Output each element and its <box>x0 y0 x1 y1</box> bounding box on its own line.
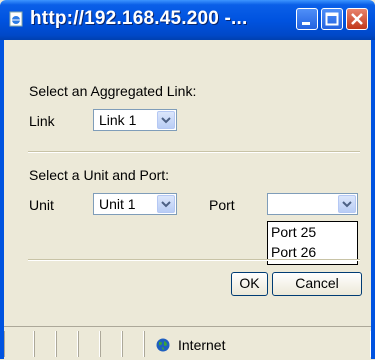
port-select[interactable] <box>267 193 358 215</box>
aggregated-link-heading: Select an Aggregated Link: <box>29 83 197 99</box>
section-divider <box>28 151 360 153</box>
globe-icon <box>156 338 170 352</box>
status-cell <box>122 331 144 357</box>
status-zone-text: Internet <box>178 337 226 353</box>
status-cell <box>4 331 34 357</box>
unit-port-heading: Select a Unit and Port: <box>29 167 170 183</box>
popup-window: http://192.168.45.200 -... Select an Agg… <box>0 0 375 360</box>
link-select-arrow[interactable] <box>157 111 175 129</box>
port-option[interactable]: Port 25 <box>271 224 316 240</box>
section-divider <box>28 259 360 261</box>
cancel-button[interactable]: Cancel <box>272 272 362 296</box>
status-cell <box>56 331 78 357</box>
minimize-button[interactable] <box>296 8 318 30</box>
unit-label: Unit <box>29 197 54 213</box>
maximize-button[interactable] <box>321 8 343 30</box>
ie-page-icon <box>9 11 23 27</box>
unit-select[interactable]: Unit 1 <box>93 193 177 215</box>
chevron-down-icon <box>342 201 352 208</box>
close-button[interactable] <box>346 8 368 30</box>
minimize-icon <box>302 22 310 25</box>
link-select-value: Link 1 <box>99 112 137 128</box>
unit-select-arrow[interactable] <box>157 195 175 213</box>
window-border-right <box>371 40 375 359</box>
link-label: Link <box>29 113 55 129</box>
chevron-down-icon <box>161 117 171 124</box>
chevron-down-icon <box>161 201 171 208</box>
close-icon <box>351 13 363 25</box>
window-title: http://192.168.45.200 -... <box>30 8 248 29</box>
port-label: Port <box>209 197 235 213</box>
port-option[interactable]: Port 26 <box>271 244 316 260</box>
maximize-icon <box>325 12 339 26</box>
status-cell <box>78 331 100 357</box>
unit-select-value: Unit 1 <box>99 196 136 212</box>
ok-button[interactable]: OK <box>231 272 268 296</box>
status-cell <box>34 331 56 357</box>
status-cell <box>100 331 122 357</box>
link-select[interactable]: Link 1 <box>93 109 177 131</box>
title-bar[interactable]: http://192.168.45.200 -... <box>0 0 375 40</box>
port-select-arrow[interactable] <box>338 195 356 213</box>
